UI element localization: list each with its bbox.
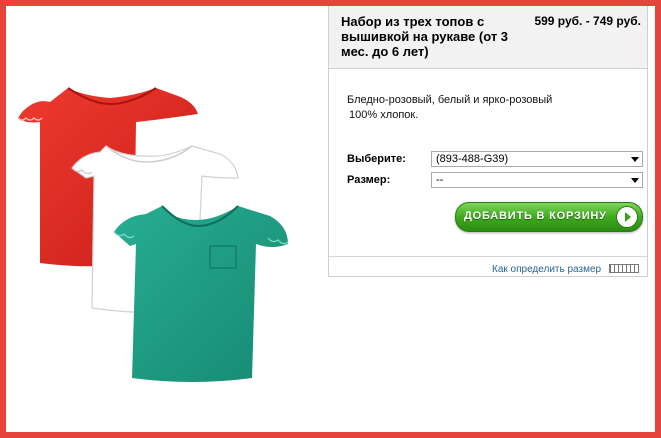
size-label: Размер: <box>347 174 391 186</box>
size-select[interactable]: -- <box>431 172 643 188</box>
product-image <box>6 6 328 432</box>
add-to-cart-label: ДОБАВИТЬ В КОРЗИНУ <box>464 210 607 222</box>
chevron-down-icon <box>631 157 639 162</box>
product-description: Бледно-розовый, белый и ярко-розовый 100… <box>347 93 627 123</box>
product-panel: Набор из трех топов с вышивкой на рукаве… <box>328 6 648 277</box>
choose-select[interactable]: (893-488-G39) <box>431 151 643 167</box>
product-header: Набор из трех топов с вышивкой на рукаве… <box>329 6 647 69</box>
divider <box>329 256 647 257</box>
three-tshirts-photo <box>17 87 289 382</box>
size-select-value: -- <box>436 174 444 186</box>
arrow-right-icon <box>616 206 638 228</box>
product-frame: Набор из трех топов с вышивкой на рукаве… <box>0 0 661 438</box>
teal-tshirt <box>113 205 289 382</box>
description-material: 100% хлопок. <box>349 109 419 121</box>
size-guide-link[interactable]: Как определить размер <box>492 264 601 275</box>
choose-select-value: (893-488-G39) <box>436 153 509 165</box>
ruler-icon[interactable] <box>609 264 639 273</box>
chevron-down-icon <box>631 178 639 183</box>
add-to-cart-button[interactable]: ДОБАВИТЬ В КОРЗИНУ <box>455 202 643 232</box>
product-title: Набор из трех топов с вышивкой на рукаве… <box>341 14 509 59</box>
description-colors: Бледно-розовый, белый и ярко-розовый <box>347 94 553 106</box>
choose-label: Выберите: <box>347 153 406 165</box>
product-price: 599 руб. - 749 руб. <box>534 14 641 28</box>
